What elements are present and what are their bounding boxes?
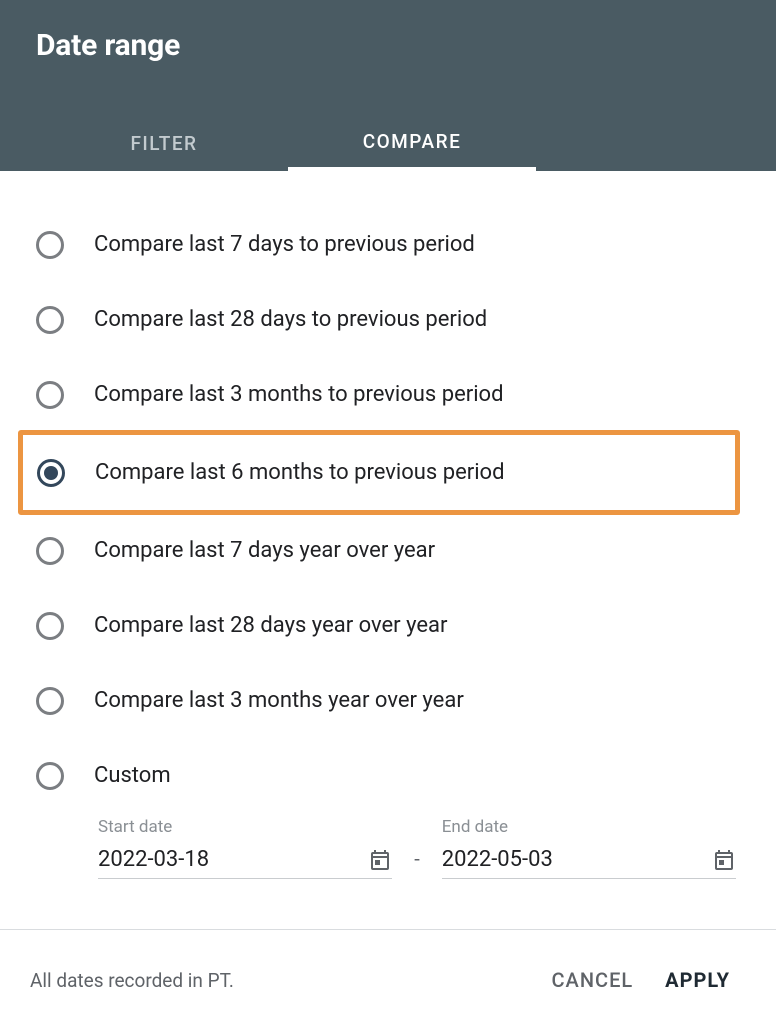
radio-icon: [36, 381, 64, 409]
radio-icon: [36, 612, 64, 640]
option-compare-28d-yoy[interactable]: Compare last 28 days year over year: [0, 588, 776, 663]
start-date-value: 2022-03-18: [98, 847, 358, 872]
highlight-box: Compare last 6 months to previous period: [18, 430, 740, 515]
tab-compare[interactable]: COMPARE: [288, 115, 536, 171]
date-separator: -: [410, 825, 424, 871]
option-custom[interactable]: Custom: [0, 738, 776, 813]
calendar-icon[interactable]: [712, 848, 736, 872]
option-label: Custom: [94, 763, 171, 788]
options-list: Compare last 7 days to previous period C…: [0, 171, 776, 879]
start-date-field[interactable]: Start date 2022-03-18: [98, 817, 392, 879]
tab-filter[interactable]: FILTER: [40, 115, 288, 171]
apply-button[interactable]: APPLY: [649, 958, 746, 1002]
option-label: Compare last 3 months year over year: [94, 688, 464, 713]
option-label: Compare last 3 months to previous period: [94, 382, 504, 407]
option-compare-7d-yoy[interactable]: Compare last 7 days year over year: [0, 513, 776, 588]
option-compare-7d-prev[interactable]: Compare last 7 days to previous period: [0, 207, 776, 282]
option-compare-3m-prev[interactable]: Compare last 3 months to previous period: [0, 357, 776, 432]
end-date-label: End date: [442, 817, 736, 837]
radio-icon: [36, 687, 64, 715]
option-label: Compare last 28 days to previous period: [94, 307, 487, 332]
option-compare-28d-prev[interactable]: Compare last 28 days to previous period: [0, 282, 776, 357]
end-date-value: 2022-05-03: [442, 847, 702, 872]
radio-icon: [36, 537, 64, 565]
end-date-field[interactable]: End date 2022-05-03: [442, 817, 736, 879]
option-label: Compare last 28 days year over year: [94, 613, 447, 638]
option-label: Compare last 6 months to previous period: [95, 460, 505, 485]
option-label: Compare last 7 days year over year: [94, 538, 435, 563]
dialog-header: Date range FILTER COMPARE: [0, 0, 776, 171]
radio-icon: [36, 306, 64, 334]
start-date-label: Start date: [98, 817, 392, 837]
custom-date-row: Start date 2022-03-18 - End date 2022-05…: [0, 813, 776, 879]
radio-icon: [37, 459, 65, 487]
dialog-title: Date range: [0, 0, 776, 63]
option-compare-3m-yoy[interactable]: Compare last 3 months year over year: [0, 663, 776, 738]
cancel-button[interactable]: CANCEL: [536, 958, 650, 1002]
calendar-icon[interactable]: [368, 848, 392, 872]
dialog-footer: All dates recorded in PT. CANCEL APPLY: [0, 930, 776, 1002]
radio-icon: [36, 231, 64, 259]
option-label: Compare last 7 days to previous period: [94, 232, 475, 257]
option-compare-6m-prev[interactable]: Compare last 6 months to previous period: [37, 435, 735, 510]
tab-bar: FILTER COMPARE: [0, 115, 776, 171]
timezone-note: All dates recorded in PT.: [30, 969, 234, 992]
radio-icon: [36, 762, 64, 790]
